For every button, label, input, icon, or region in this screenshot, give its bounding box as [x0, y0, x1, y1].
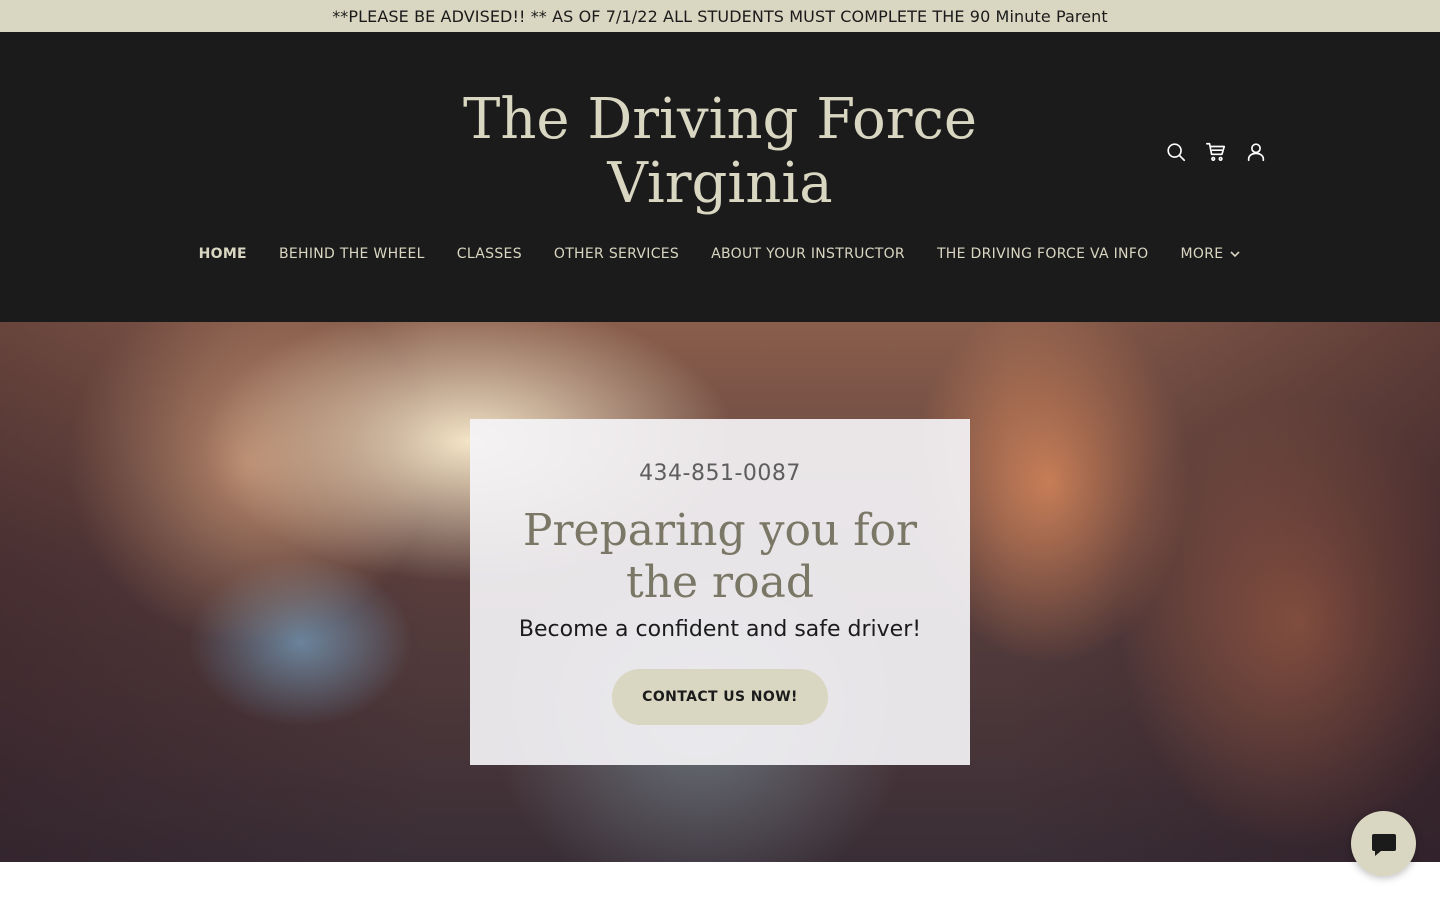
site-title[interactable]: The Driving Force Virginia: [420, 88, 1020, 216]
nav-item-label: BEHIND THE WHEEL: [278, 246, 425, 262]
announcement-text: **PLEASE BE ADVISED!! ** AS OF 7/1/22 AL…: [332, 6, 1108, 26]
nav-item-label: HOME: [198, 246, 247, 262]
site-title-line-2: Virginia: [607, 151, 833, 216]
hero-title-line-2: the road: [626, 557, 814, 608]
phone-number[interactable]: 434-851-0087: [470, 461, 970, 486]
announcement-bar: **PLEASE BE ADVISED!! ** AS OF 7/1/22 AL…: [0, 0, 1440, 32]
nav-item-label: OTHER SERVICES: [553, 246, 680, 262]
nav-item-more[interactable]: MORE: [1181, 246, 1242, 262]
nav-item-label: CLASSES: [456, 246, 522, 262]
nav-item-about-your-instructor[interactable]: ABOUT YOUR INSTRUCTOR: [711, 246, 905, 262]
nav-item-label: ABOUT YOUR INSTRUCTOR: [711, 246, 905, 262]
nav-item-home[interactable]: HOME: [199, 246, 247, 262]
site-header: The Driving Force Virginia HOME BEHIND T…: [0, 32, 1440, 322]
nav-item-driving-force-va-info[interactable]: THE DRIVING FORCE VA INFO: [937, 246, 1149, 262]
site-title-line-1: The Driving Force: [463, 87, 977, 152]
header-icons: [1162, 138, 1270, 166]
chat-button[interactable]: [1351, 811, 1416, 876]
cart-icon[interactable]: [1202, 138, 1230, 166]
search-icon[interactable]: [1162, 138, 1190, 166]
contact-us-button[interactable]: CONTACT US NOW!: [612, 669, 828, 725]
hero-subtitle: Become a confident and safe driver!: [518, 617, 922, 642]
hero-card: 434-851-0087 Preparing you for the road …: [470, 419, 970, 765]
nav-item-other-services[interactable]: OTHER SERVICES: [554, 246, 679, 262]
hero-title-line-1: Preparing you for: [522, 505, 918, 556]
chat-bubble-icon: [1371, 833, 1396, 856]
chevron-down-icon: [1229, 248, 1241, 260]
account-icon[interactable]: [1242, 138, 1270, 166]
nav-item-label: MORE: [1180, 246, 1224, 262]
nav-item-label: THE DRIVING FORCE VA INFO: [936, 246, 1149, 262]
nav-item-behind-the-wheel[interactable]: BEHIND THE WHEEL: [279, 246, 425, 262]
nav-item-classes[interactable]: CLASSES: [457, 246, 522, 262]
hero-section: 434-851-0087 Preparing you for the road …: [0, 322, 1440, 862]
main-nav: HOME BEHIND THE WHEEL CLASSES OTHER SERV…: [0, 242, 1440, 266]
hero-title: Preparing you for the road: [510, 505, 930, 609]
